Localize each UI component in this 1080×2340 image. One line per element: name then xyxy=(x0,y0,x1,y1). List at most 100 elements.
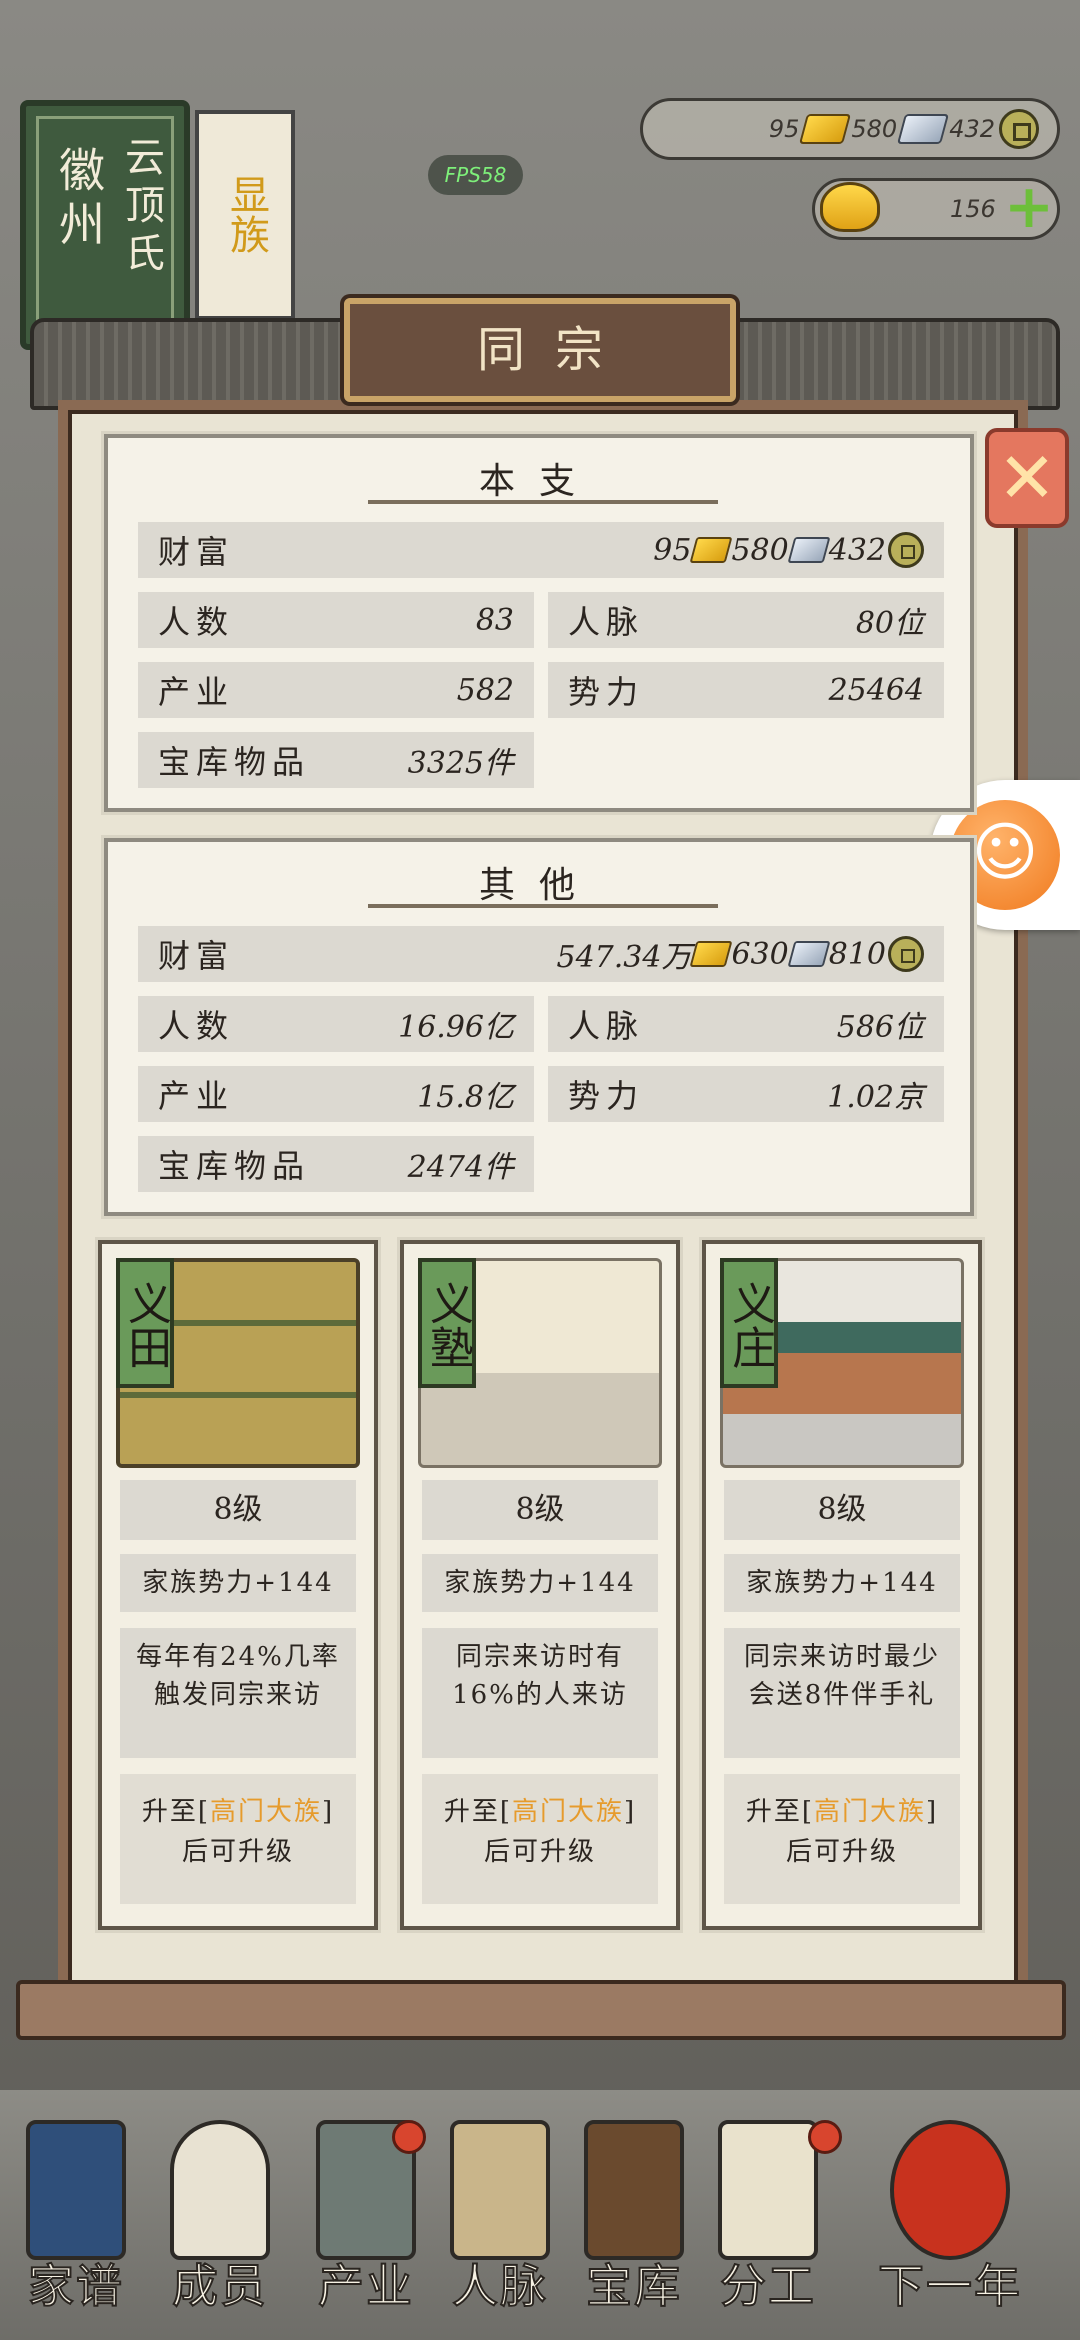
notification-badge xyxy=(392,2120,426,2154)
clan-rank-tag: 显族 xyxy=(195,110,295,320)
wealth-label: 财富 xyxy=(158,937,235,975)
nav-industry[interactable]: 产业 xyxy=(296,2120,436,2320)
own-wealth-row: 财富 95 580 432 xyxy=(138,522,944,578)
dialog-title: 同宗 xyxy=(344,298,736,402)
building-desc: 同宗来访时有16%的人来访 xyxy=(422,1628,658,1758)
silver-ingot-icon xyxy=(897,114,950,144)
upgrade-prefix: 升至[ xyxy=(443,1797,512,1827)
people-label: 人数 xyxy=(158,603,235,641)
others-network-row: 人脉 586位 xyxy=(548,996,944,1052)
own-people-row: 人数 83 xyxy=(138,592,534,648)
treasury-label: 宝库物品 xyxy=(158,743,311,781)
nav-network[interactable]: 人脉 xyxy=(430,2120,570,2320)
building-power: 家族势力+144 xyxy=(724,1554,960,1612)
copper-coin-icon xyxy=(999,109,1039,149)
industry-label: 产业 xyxy=(158,1077,235,1115)
gold-count: 95 xyxy=(768,115,800,143)
own-network-value: 80位 xyxy=(855,606,924,641)
member-portrait-icon xyxy=(170,2120,270,2260)
network-label: 人脉 xyxy=(568,603,645,641)
building-card-yizhuang[interactable]: 义庄 8级 家族势力+144 同宗来访时最少会送8件伴手礼 升至[高门大族]后可… xyxy=(702,1240,982,1930)
others-card: 其他 财富 547.34万 630 810 人数 16.96亿 人脉 586位 … xyxy=(104,838,974,1216)
upgrade-rank: 高门大族 xyxy=(209,1797,322,1827)
dialog-base xyxy=(16,1980,1066,2040)
building-level: 8级 xyxy=(120,1480,356,1540)
clan-rank-label: 显族 xyxy=(223,174,269,254)
others-network-value: 586位 xyxy=(836,1010,924,1045)
treasure-chest-icon xyxy=(584,2120,684,2260)
upgrade-prefix: 升至[ xyxy=(745,1797,814,1827)
others-treasury-row: 宝库物品 2474件 xyxy=(138,1136,534,1192)
upgrade-rank: 高门大族 xyxy=(813,1797,926,1827)
gold-ingot-icon xyxy=(689,537,733,563)
others-treasury-value: 2474件 xyxy=(407,1150,514,1185)
network-graph-icon xyxy=(450,2120,550,2260)
coin-count: 432 xyxy=(949,115,995,143)
building-desc: 每年有24%几率触发同宗来访 xyxy=(120,1628,356,1758)
others-power-value: 1.02京 xyxy=(827,1080,924,1115)
nav-next-year[interactable]: 下一年 xyxy=(850,2120,1050,2320)
own-branch-card: 本支 财富 95 580 432 人数 83 人脉 80位 产业 582 势力 … xyxy=(104,434,974,812)
close-button[interactable]: ✕ xyxy=(985,428,1069,528)
scroll-icon xyxy=(718,2120,818,2260)
others-title: 其他 xyxy=(478,865,599,906)
title-underline xyxy=(368,904,718,908)
add-yuanbao-icon[interactable]: + xyxy=(1002,177,1056,237)
power-label: 势力 xyxy=(568,1077,645,1115)
people-label: 人数 xyxy=(158,1007,235,1045)
copper-coin-icon xyxy=(888,936,924,972)
nav-division-label: 分工 xyxy=(719,2258,816,2314)
building-card-yitian[interactable]: 义田 8级 家族势力+144 每年有24%几率触发同宗来访 升至[高门大族]后可… xyxy=(98,1240,378,1930)
wealth-label: 财富 xyxy=(158,533,235,571)
others-wealth-silver: 630 xyxy=(731,936,789,972)
others-wealth-coin: 810 xyxy=(828,936,886,972)
own-branch-title: 本支 xyxy=(478,461,599,502)
own-industry-value: 582 xyxy=(456,672,514,708)
book-title-main: 徽州 xyxy=(52,146,106,254)
building-desc: 同宗来访时最少会送8件伴手礼 xyxy=(724,1628,960,1758)
power-label: 势力 xyxy=(568,673,645,711)
own-wealth-gold: 95 xyxy=(653,532,692,568)
nav-treasury[interactable]: 宝库 xyxy=(564,2120,704,2320)
nav-members[interactable]: 成员 xyxy=(150,2120,290,2320)
building-upgrade-hint: 升至[高门大族]后可升级 xyxy=(120,1774,356,1904)
nav-division[interactable]: 分工 xyxy=(698,2120,842,2320)
others-industry-value: 15.8亿 xyxy=(417,1080,514,1115)
upgrade-rank: 高门大族 xyxy=(511,1797,624,1827)
title-underline xyxy=(368,500,718,504)
own-network-row: 人脉 80位 xyxy=(548,592,944,648)
clan-book[interactable]: 徽州 云顶氏 xyxy=(20,100,190,350)
own-people-value: 83 xyxy=(475,602,514,638)
industry-label: 产业 xyxy=(158,673,235,711)
close-icon: ✕ xyxy=(997,437,1057,519)
own-wealth-coin: 432 xyxy=(828,532,886,568)
nav-genealogy[interactable]: 家谱 xyxy=(6,2120,146,2320)
own-industry-row: 产业 582 xyxy=(138,662,534,718)
others-industry-row: 产业 15.8亿 xyxy=(138,1066,534,1122)
book-title-sub: 云顶氏 xyxy=(118,136,164,280)
own-treasury-value: 3325件 xyxy=(407,746,514,781)
own-wealth-silver: 580 xyxy=(731,532,789,568)
nav-next-year-label: 下一年 xyxy=(877,2258,1022,2314)
building-tag: 义田 xyxy=(116,1258,174,1388)
upgrade-prefix: 升至[ xyxy=(141,1797,210,1827)
lantern-icon xyxy=(890,2120,1010,2260)
building-upgrade-hint: 升至[高门大族]后可升级 xyxy=(724,1774,960,1904)
yuanbao-count: 156 xyxy=(950,195,996,223)
gold-ingot-icon xyxy=(689,941,733,967)
others-wealth-gold: 547.34万 xyxy=(556,940,692,975)
others-power-row: 势力 1.02京 xyxy=(548,1066,944,1122)
resource-bar: 95 580 432 xyxy=(640,98,1060,160)
notification-badge xyxy=(808,2120,842,2154)
copper-coin-icon xyxy=(888,532,924,568)
building-tag: 义庄 xyxy=(720,1258,778,1388)
nav-treasury-label: 宝库 xyxy=(585,2258,682,2314)
treasury-label: 宝库物品 xyxy=(158,1147,311,1185)
nav-network-label: 人脉 xyxy=(451,2258,548,2314)
nav-members-label: 成员 xyxy=(171,2258,268,2314)
building-power: 家族势力+144 xyxy=(120,1554,356,1612)
nav-industry-label: 产业 xyxy=(317,2258,414,2314)
nav-genealogy-label: 家谱 xyxy=(27,2258,124,2314)
building-card-yishu[interactable]: 义塾 8级 家族势力+144 同宗来访时有16%的人来访 升至[高门大族]后可升… xyxy=(400,1240,680,1930)
network-label: 人脉 xyxy=(568,1007,645,1045)
